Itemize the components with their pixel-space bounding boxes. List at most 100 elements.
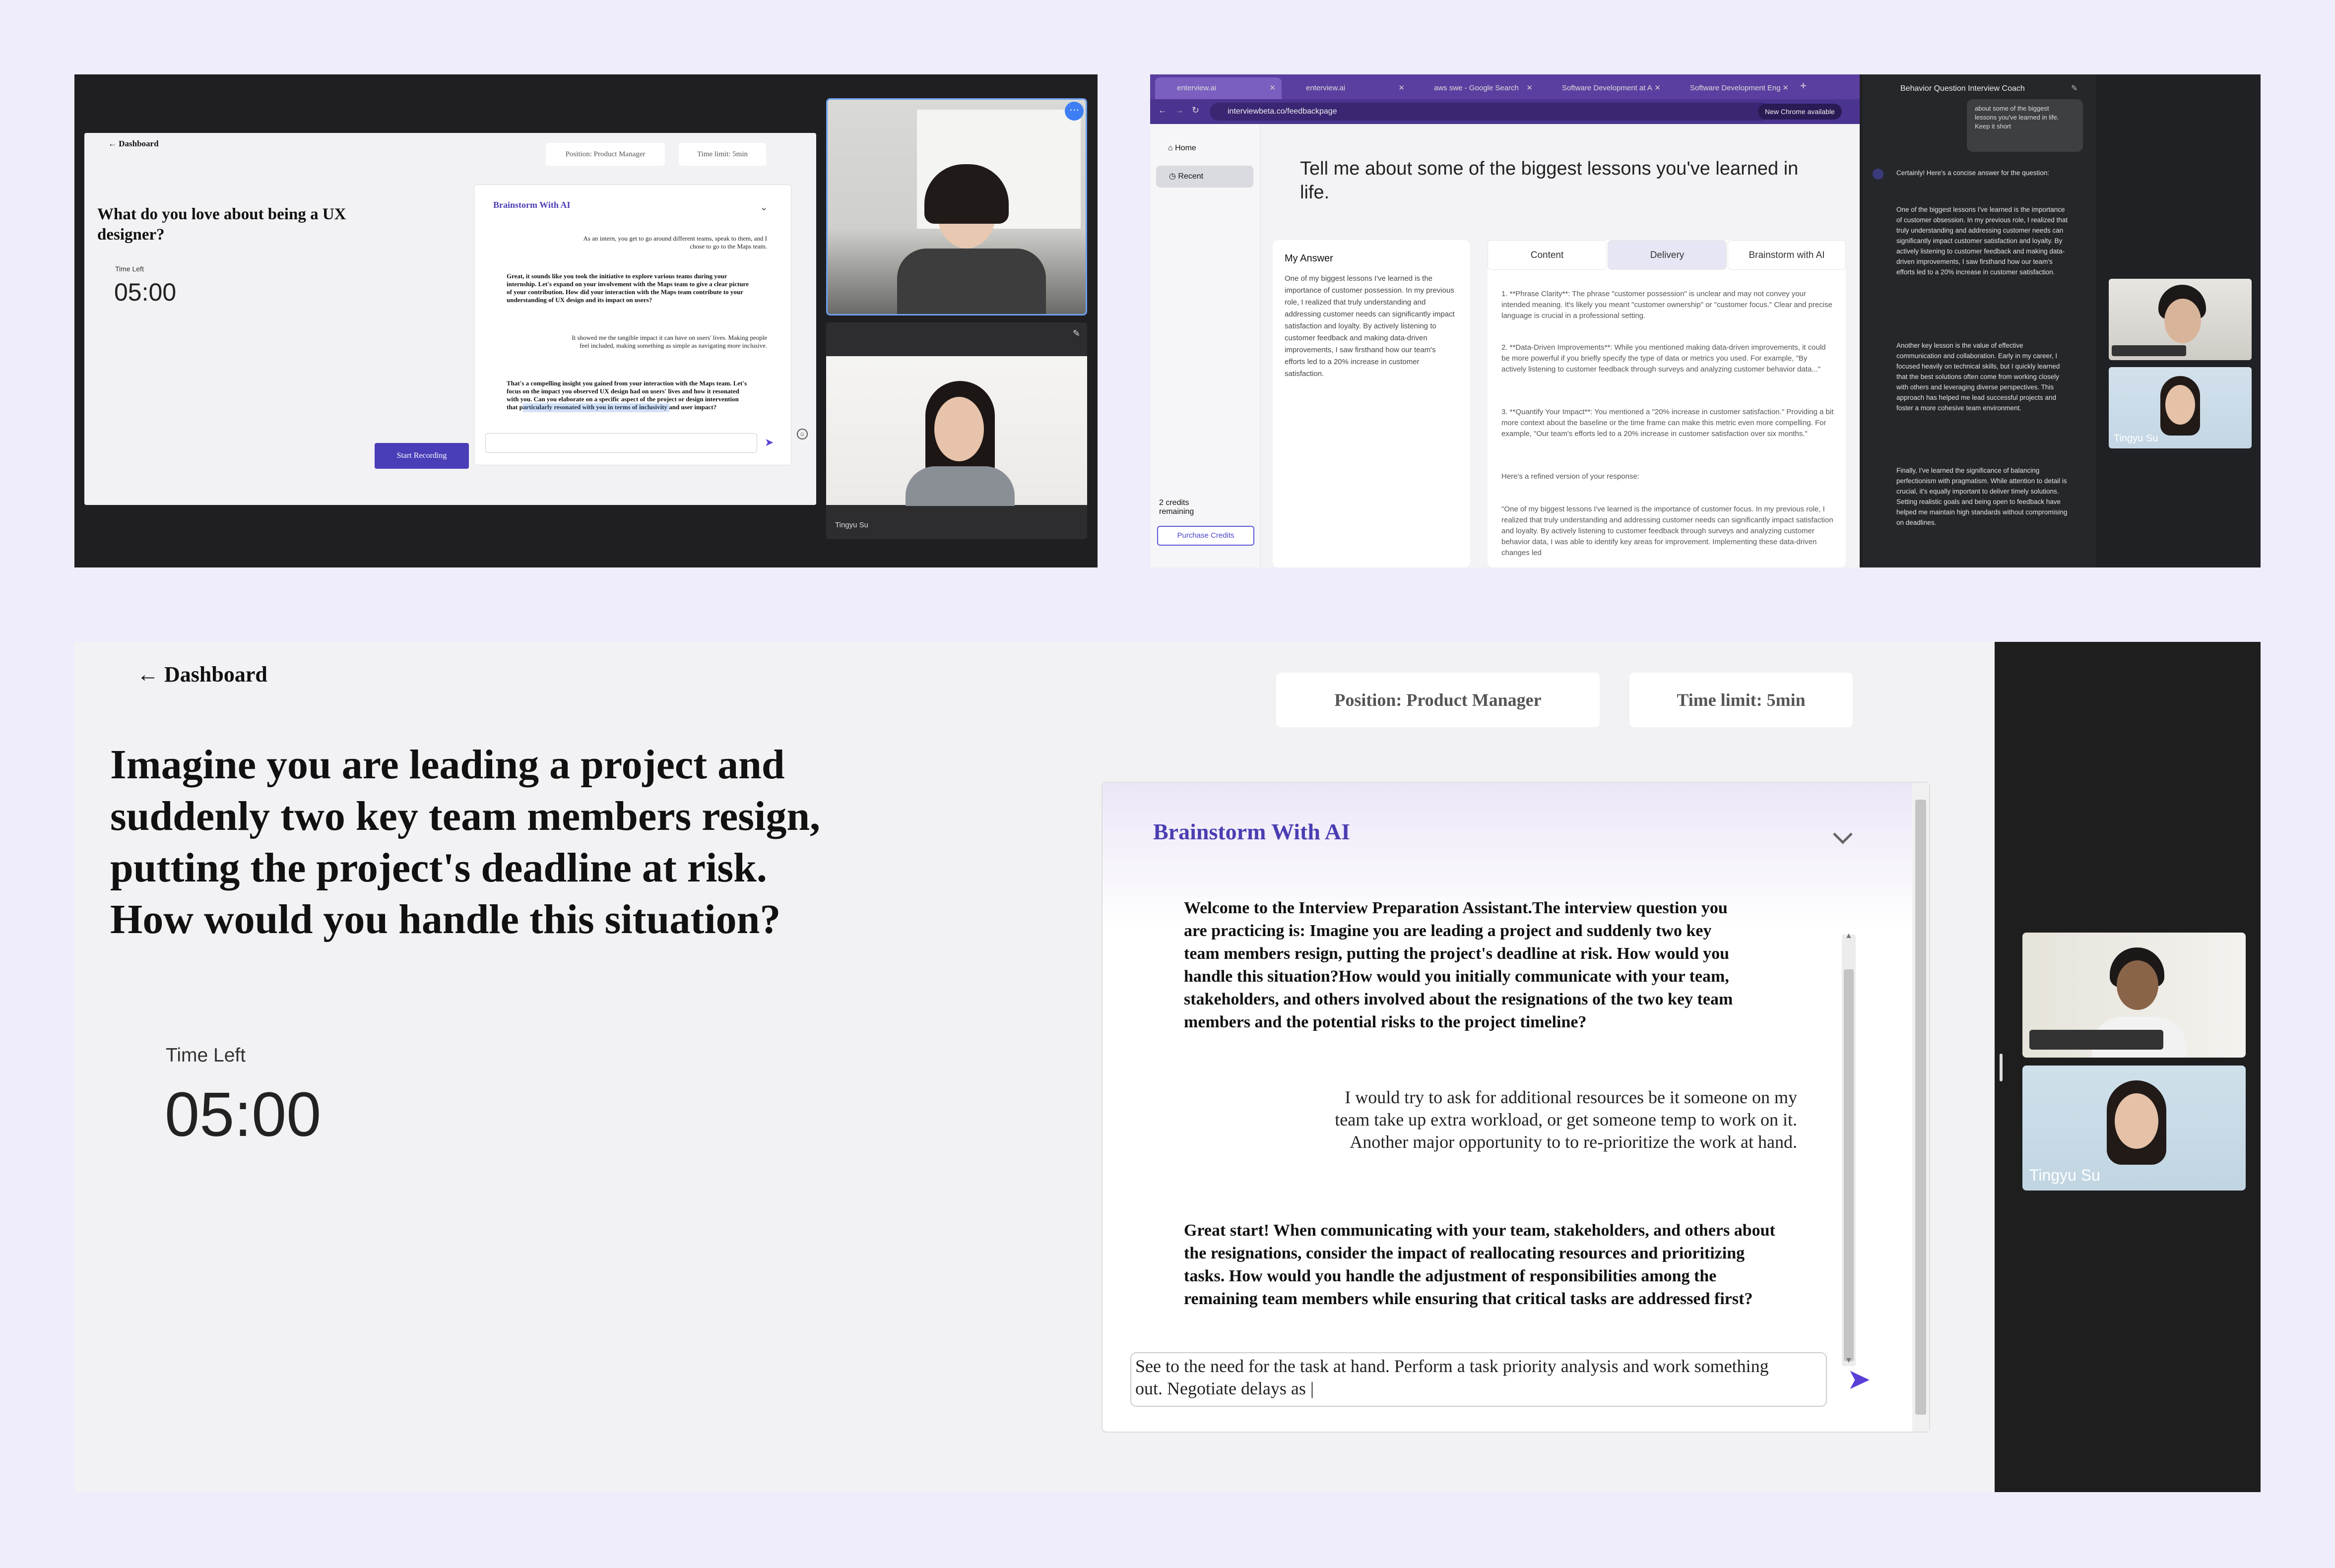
- outer-scroll-thumb[interactable]: [1915, 800, 1926, 1415]
- forward-icon[interactable]: →: [1175, 105, 1184, 116]
- user-bubble-text: about some of the biggest lessons you've…: [1975, 105, 2059, 130]
- chat-input[interactable]: [485, 433, 757, 453]
- feedback-item: Here's a refined version of your respons…: [1501, 472, 1640, 481]
- person-head: [2115, 1093, 2158, 1149]
- user-message: I would try to ask for additional resour…: [1335, 1087, 1797, 1152]
- my-answer-title: My Answer: [1285, 253, 1333, 264]
- selection-highlight: [523, 403, 669, 412]
- browser-tab[interactable]: aws swe - Google Search ✕: [1412, 77, 1539, 99]
- back-link[interactable]: ← Dashboard: [137, 662, 267, 687]
- browser-tab[interactable]: Software Development at A ✕: [1540, 77, 1667, 99]
- home-icon: ⌂: [1168, 144, 1175, 152]
- user-message: It showed me the tangible impact it can …: [572, 334, 767, 349]
- video-tile-participant: Tingyu Su: [2022, 1066, 2246, 1191]
- screenshot-2: enterview.ai ✕ enterview.ai ✕ aws swe - Go…: [1150, 74, 2261, 567]
- person-head: [934, 397, 984, 461]
- brainstorm-title: Brainstorm With AI: [493, 200, 571, 210]
- coach-paragraph: Another key lesson is the value of effec…: [1896, 342, 2060, 412]
- edit-icon[interactable]: ✎: [2071, 83, 2077, 93]
- url-bar[interactable]: interviewbeta.co/feedbackpage: [1210, 103, 1770, 121]
- emoji-icon[interactable]: ☺: [797, 429, 808, 439]
- scroll-up-icon[interactable]: ▲: [1845, 932, 1853, 941]
- person-head: [2165, 385, 2195, 425]
- feedback-card: Content Delivery Brainstorm with AI 1. *…: [1488, 240, 1846, 567]
- browser-tab[interactable]: enterview.ai ✕: [1155, 77, 1282, 99]
- coach-title: Behavior Question Interview Coach: [1900, 84, 2025, 93]
- time-limit-pill: Time limit: 5min: [679, 143, 766, 166]
- back-link[interactable]: ← Dashboard: [108, 139, 159, 149]
- user-message: As an intern, you get to go around diffe…: [583, 235, 767, 250]
- feedback-item: "One of my biggest lessons I've learned …: [1501, 505, 1833, 557]
- name-plate: [2112, 345, 2186, 356]
- scroll-thumb[interactable]: [1844, 969, 1854, 1361]
- my-answer-text: One of my biggest lessons I've learned i…: [1285, 274, 1455, 378]
- send-icon[interactable]: ➤: [1847, 1362, 1871, 1396]
- chat-input-text: See to the need for the task at hand. Pe…: [1135, 1356, 1769, 1398]
- tab-brainstorm[interactable]: Brainstorm with AI: [1728, 240, 1846, 270]
- nav-recent[interactable]: ◷ Recent: [1156, 166, 1253, 188]
- video-tile-participant: ✎ Tingyu Su: [826, 322, 1087, 539]
- participant-name: Tingyu Su: [835, 521, 868, 529]
- screenshot-3: ← Dashboard Position: Product Manager Ti…: [74, 642, 2261, 1492]
- ai-message: Great, it sounds like you took the initi…: [507, 272, 749, 304]
- send-icon[interactable]: ➤: [765, 436, 774, 449]
- participant-name: Tingyu Su: [2029, 1166, 2100, 1184]
- video-tile-participant: Tingyu Su: [2109, 367, 2252, 448]
- question-title: What do you love about being a UX design…: [97, 205, 346, 244]
- start-recording-button[interactable]: Start Recording: [375, 443, 469, 469]
- mute-icon: ✎: [1072, 328, 1080, 338]
- ai-message: Welcome to the Interview Preparation Ass…: [1184, 899, 1733, 1031]
- name-plate: [2029, 1030, 2163, 1050]
- video-tile-self: ⋯: [826, 98, 1087, 315]
- tab-content[interactable]: Content: [1488, 240, 1607, 270]
- feedback-item: 3. **Quantify Your Impact**: You mention…: [1501, 408, 1834, 438]
- position-pill: Position: Product Manager: [1276, 673, 1600, 727]
- brainstorm-panel: Brainstorm With AI ⌄ As an intern, you g…: [474, 185, 791, 465]
- video-tile: [2109, 279, 2252, 360]
- time-left-label: Time Left: [115, 265, 144, 273]
- person-body: [906, 466, 1015, 506]
- time-left-label: Time Left: [166, 1045, 246, 1066]
- back-icon[interactable]: ←: [1158, 105, 1167, 116]
- ai-message: Great start! When communicating with you…: [1184, 1221, 1775, 1308]
- page-question: Tell me about some of the biggest lesson…: [1300, 158, 1799, 203]
- browser-tab[interactable]: Software Development Eng ✕: [1668, 77, 1795, 99]
- chat-scrollbar[interactable]: ▲ ▼: [1842, 932, 1856, 1366]
- tab-delivery[interactable]: Delivery: [1608, 240, 1727, 270]
- reload-icon[interactable]: ↻: [1192, 105, 1199, 116]
- new-tab-icon[interactable]: +: [1800, 79, 1807, 92]
- timer: 05:00: [114, 278, 177, 306]
- user-bubble: about some of the biggest lessons you've…: [1967, 99, 2083, 152]
- more-options-icon[interactable]: ⋯: [1065, 102, 1084, 121]
- url-text: interviewbeta.co/feedbackpage: [1228, 107, 1337, 116]
- screenshot-1: ← Dashboard Position: Product Manager Ti…: [74, 74, 1098, 567]
- timer: 05:00: [165, 1079, 322, 1149]
- outer-scrollbar[interactable]: [1912, 783, 1929, 1432]
- my-answer-card: My Answer One of my biggest lessons I've…: [1273, 240, 1470, 567]
- assistant-avatar: [1873, 169, 1883, 180]
- purchase-credits-button[interactable]: Purchase Credits: [1157, 526, 1254, 546]
- position-pill: Position: Product Manager: [546, 143, 665, 166]
- question-title: Imagine you are leading a project and su…: [110, 742, 821, 942]
- chat-input[interactable]: See to the need for the task at hand. Pe…: [1130, 1352, 1827, 1407]
- coach-paragraph: Finally, I've learned the significance o…: [1896, 467, 2068, 526]
- coach-panel: Behavior Question Interview Coach ✎ abou…: [1863, 74, 2096, 567]
- feedback-item: 1. **Phrase Clarity**: The phrase "custo…: [1501, 290, 1832, 320]
- credits-text: 2 credits remaining: [1159, 499, 1194, 516]
- coach-paragraph: Certainly! Here's a concise answer for t…: [1896, 169, 2049, 177]
- clock-icon: ◷: [1169, 172, 1178, 181]
- nav-home[interactable]: ⌂ Home: [1168, 144, 1196, 153]
- tab-bar: enterview.ai ✕ enterview.ai ✕ aws swe - Go…: [1150, 74, 1860, 99]
- participant-name: Tingyu Su: [2114, 433, 2158, 444]
- feedback-item: 2. **Data-Driven Improvements**: While y…: [1501, 343, 1826, 374]
- new-chrome-button[interactable]: New Chrome available: [1758, 104, 1842, 120]
- gallery-divider-handle[interactable]: [2000, 1054, 2003, 1081]
- user-message-bubble: I would try to ask for additional resour…: [1306, 1073, 1812, 1190]
- coach-paragraph: One of the biggest lessons I've learned …: [1896, 206, 2068, 276]
- person-body: [897, 249, 1046, 314]
- person-head: [2117, 960, 2158, 1010]
- brainstorm-panel: Brainstorm With AI Welcome to the Interv…: [1102, 782, 1930, 1433]
- browser-tab[interactable]: enterview.ai ✕: [1284, 77, 1411, 99]
- chevron-down-icon[interactable]: ⌄: [760, 201, 768, 213]
- video-tile: [2022, 933, 2246, 1058]
